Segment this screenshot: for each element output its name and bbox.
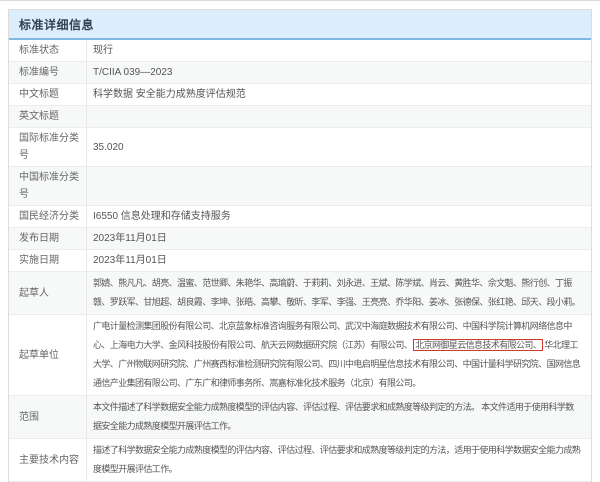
table-row: 范围本文件描述了科学数据安全能力成熟度模型的评估内容、评估过程、评估要求和成熟度… (9, 396, 591, 439)
row-label: 标准编号 (9, 62, 87, 83)
table-row: 实施日期 2023年11月01日 (9, 250, 591, 272)
row-value-text: T/CIIA 039—2023 (93, 64, 173, 81)
row-label: 中文标题 (9, 84, 87, 105)
row-value: 科学数据 安全能力成熟度评估规范 (87, 84, 591, 105)
row-value: 2023年11月01日 (87, 228, 591, 249)
row-value-text: 郭婧、熊凡凡、胡亮、温蜜、范世卿、朱艳华、高瑜蔚、于莉莉、刘永进、王斌、陈学斌、… (93, 274, 581, 312)
row-value: 35.020 (87, 128, 591, 166)
row-label: 实施日期 (9, 250, 87, 271)
row-label: 发布日期 (9, 228, 87, 249)
standard-detail-table: 标准详细信息 标准状态现行标准编号 T/CIIA 039—2023 中文标题科学数据… (8, 9, 592, 482)
row-label: 起草人 (9, 272, 87, 314)
row-value-text: 描述了科学数据安全能力成熟度模型的评估内容、评估过程、评估要求和成熟度等级判定的… (93, 441, 581, 479)
table-row: 标准状态现行 (9, 40, 591, 62)
row-value (87, 106, 591, 127)
row-label: 起草单位 (9, 315, 87, 395)
table-row: 标准编号 T/CIIA 039—2023 (9, 62, 591, 84)
row-value: 郭婧、熊凡凡、胡亮、温蜜、范世卿、朱艳华、高瑜蔚、于莉莉、刘永进、王斌、陈学斌、… (87, 272, 591, 314)
row-value-text: 35.020 (93, 139, 124, 156)
row-label: 中国标准分类号 (9, 167, 87, 205)
row-value: 现行 (87, 40, 591, 61)
table-row: 中文标题科学数据 安全能力成熟度评估规范 (9, 84, 591, 106)
row-value: 本文件描述了科学数据安全能力成熟度模型的评估内容、评估过程、评估要求和成熟度等级… (87, 396, 591, 438)
row-value-text: 2023年11月01日 (93, 252, 167, 269)
table-row: 国民经济分类 I6550 信息处理和存储支持服务 (9, 206, 591, 228)
table-row: 主要技术内容描述了科学数据安全能力成熟度模型的评估内容、评估过程、评估要求和成熟… (9, 439, 591, 482)
row-value: 描述了科学数据安全能力成熟度模型的评估内容、评估过程、评估要求和成熟度等级判定的… (87, 439, 591, 481)
table-row: 起草单位广电计量检测集团股份有限公司、北京蓝象标准咨询服务有限公司、武汉中海庭数… (9, 315, 591, 396)
row-value: I6550 信息处理和存储支持服务 (87, 206, 591, 227)
table-row: 起草人郭婧、熊凡凡、胡亮、温蜜、范世卿、朱艳华、高瑜蔚、于莉莉、刘永进、王斌、陈… (9, 272, 591, 315)
row-label: 主要技术内容 (9, 439, 87, 481)
table-row: 国际标准分类号 35.020 (9, 128, 591, 167)
table-row: 中国标准分类号 (9, 167, 591, 206)
row-value: 2023年11月01日 (87, 250, 591, 271)
row-value-text: I6550 信息处理和存储支持服务 (93, 208, 231, 225)
standard-detail-page: 标准详细信息 标准状态现行标准编号 T/CIIA 039—2023 中文标题科学数据… (0, 1, 600, 482)
table-header-title: 标准详细信息 (9, 10, 591, 40)
row-label: 标准状态 (9, 40, 87, 61)
table-body: 标准状态现行标准编号 T/CIIA 039—2023 中文标题科学数据 安全能力成熟… (9, 40, 591, 482)
row-label: 国际标准分类号 (9, 128, 87, 166)
row-value-text: 2023年11月01日 (93, 230, 167, 247)
row-value: T/CIIA 039—2023 (87, 62, 591, 83)
row-value-text: 科学数据 安全能力成熟度评估规范 (93, 86, 246, 103)
row-value-text: 现行 (93, 42, 113, 59)
table-row: 发布日期 2023年11月01日 (9, 228, 591, 250)
row-label: 英文标题 (9, 106, 87, 127)
row-label: 范围 (9, 396, 87, 438)
row-value (87, 167, 591, 205)
table-row: 英文标题 (9, 106, 591, 128)
row-label: 国民经济分类 (9, 206, 87, 227)
row-value: 广电计量检测集团股份有限公司、北京蓝象标准咨询服务有限公司、武汉中海庭数据技术有… (87, 315, 591, 395)
row-value-text: 本文件描述了科学数据安全能力成熟度模型的评估内容、评估过程、评估要求和成熟度等级… (93, 398, 581, 436)
highlighted-drafting-unit: 北京网御星云信息技术有限公司、 (413, 339, 543, 351)
